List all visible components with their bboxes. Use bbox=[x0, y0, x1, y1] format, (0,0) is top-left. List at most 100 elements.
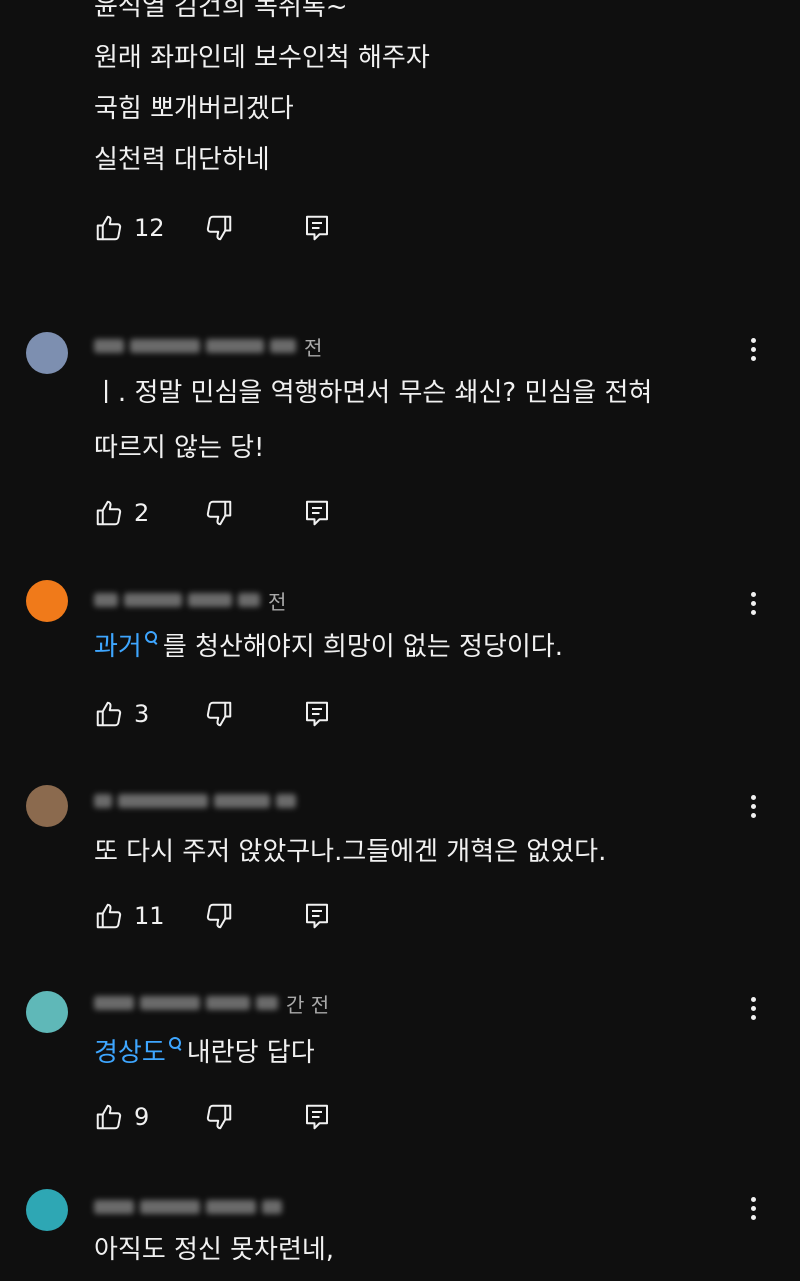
comment-text-segment: 실천력 대단하네 bbox=[94, 145, 270, 175]
search-icon[interactable] bbox=[168, 1037, 181, 1049]
like-button[interactable]: 9 bbox=[94, 1102, 170, 1132]
thumbs-up-icon[interactable] bbox=[94, 1102, 124, 1132]
redacted-author bbox=[188, 593, 232, 607]
comment-text: 경상도 내란당 답다 bbox=[94, 1036, 315, 1070]
reply-icon[interactable] bbox=[302, 1102, 332, 1132]
redacted-author bbox=[140, 1200, 200, 1214]
reply-icon[interactable] bbox=[302, 498, 332, 528]
dislike-button[interactable] bbox=[204, 1102, 234, 1132]
comment-time: 전 bbox=[268, 589, 287, 614]
thumbs-down-icon[interactable] bbox=[204, 699, 234, 729]
comment-text-segment: 윤석열 김건희 녹취록~ bbox=[94, 0, 348, 22]
comment-text: 과거 를 청산해야지 희망이 없는 정당이다. bbox=[94, 630, 563, 664]
like-button[interactable]: 2 bbox=[94, 498, 170, 528]
comment-time: 전 bbox=[304, 335, 323, 360]
comment-meta: 전 bbox=[94, 588, 287, 614]
redacted-author bbox=[256, 996, 278, 1010]
more-vert-icon[interactable] bbox=[742, 1191, 764, 1225]
redacted-author bbox=[94, 339, 124, 353]
redacted-author bbox=[94, 794, 112, 808]
reply-button[interactable] bbox=[302, 213, 332, 243]
avatar[interactable] bbox=[26, 332, 68, 374]
reply-icon[interactable] bbox=[302, 699, 332, 729]
reply-button[interactable] bbox=[302, 901, 332, 931]
like-count: 3 bbox=[134, 700, 150, 728]
reply-button[interactable] bbox=[302, 699, 332, 729]
comment-text: 아직도 정신 못차련네, bbox=[94, 1233, 334, 1267]
comment-text: 윤석열 김건희 녹취록~ bbox=[94, 0, 348, 24]
redacted-author bbox=[130, 339, 200, 353]
like-count: 11 bbox=[134, 902, 165, 930]
comment-actions: 12 bbox=[94, 211, 328, 245]
comment-text-segment: 원래 좌파인데 보수인척 해주자 bbox=[94, 43, 430, 73]
like-count: 9 bbox=[134, 1103, 150, 1131]
comment-text-segment: ㅣ. 정말 민심을 역행하면서 무슨 쇄신? 민심을 전혀 bbox=[94, 378, 653, 408]
more-vert-icon[interactable] bbox=[742, 332, 764, 366]
avatar[interactable] bbox=[26, 1189, 68, 1231]
redacted-author bbox=[94, 1200, 134, 1214]
like-count: 2 bbox=[134, 499, 150, 527]
dislike-button[interactable] bbox=[204, 498, 234, 528]
comment-meta: 간 전 bbox=[94, 991, 330, 1017]
comment-meta bbox=[94, 789, 304, 813]
thumbs-down-icon[interactable] bbox=[204, 213, 234, 243]
dislike-button[interactable] bbox=[204, 213, 234, 243]
redacted-author bbox=[206, 996, 250, 1010]
comment-text: 실천력 대단하네 bbox=[94, 143, 270, 177]
reply-button[interactable] bbox=[302, 1102, 332, 1132]
more-vert-icon[interactable] bbox=[742, 586, 764, 620]
avatar[interactable] bbox=[26, 991, 68, 1033]
thumbs-up-icon[interactable] bbox=[94, 213, 124, 243]
redacted-author bbox=[118, 794, 208, 808]
reply-icon[interactable] bbox=[302, 901, 332, 931]
redacted-author bbox=[206, 1200, 256, 1214]
redacted-author bbox=[94, 996, 134, 1010]
comment-time: 간 전 bbox=[286, 992, 330, 1017]
comment-text: 또 다시 주저 앉았구나.그들에겐 개혁은 없었다. bbox=[94, 835, 606, 869]
redacted-author bbox=[270, 339, 296, 353]
hashtag-link[interactable]: 과거 bbox=[94, 632, 142, 662]
thumbs-up-icon[interactable] bbox=[94, 699, 124, 729]
dislike-button[interactable] bbox=[204, 901, 234, 931]
comment-actions: 11 bbox=[94, 899, 328, 933]
redacted-author bbox=[214, 794, 270, 808]
comment-meta: 전 bbox=[94, 334, 323, 360]
redacted-author bbox=[124, 593, 182, 607]
like-button[interactable]: 3 bbox=[94, 699, 170, 729]
avatar[interactable] bbox=[26, 580, 68, 622]
redacted-author bbox=[94, 593, 118, 607]
more-vert-icon[interactable] bbox=[742, 789, 764, 823]
dislike-button[interactable] bbox=[204, 699, 234, 729]
comment-text: 국힘 뽀개버리겠다 bbox=[94, 92, 294, 126]
comment-meta bbox=[94, 1195, 290, 1219]
thumbs-up-icon[interactable] bbox=[94, 498, 124, 528]
redacted-author bbox=[140, 996, 200, 1010]
hashtag-link[interactable]: 경상도 bbox=[94, 1038, 166, 1068]
comment-actions: 9 bbox=[94, 1100, 328, 1134]
comment-text-segment: 국힘 뽀개버리겠다 bbox=[94, 94, 294, 124]
comment-actions: 2 bbox=[94, 496, 328, 530]
redacted-author bbox=[206, 339, 264, 353]
thumbs-down-icon[interactable] bbox=[204, 1102, 234, 1132]
comment-text-segment: 또 다시 주저 앉았구나.그들에겐 개혁은 없었다. bbox=[94, 837, 607, 867]
avatar[interactable] bbox=[26, 785, 68, 827]
comment-text: 따르지 않는 당! bbox=[94, 431, 264, 465]
comment-text-segment: 를 청산해야지 희망이 없는 정당이다. bbox=[162, 632, 563, 662]
reply-button[interactable] bbox=[302, 498, 332, 528]
comment-text-segment: 아직도 정신 못차련네, bbox=[94, 1235, 335, 1265]
comment-text: ㅣ. 정말 민심을 역행하면서 무슨 쇄신? 민심을 전혀 bbox=[94, 376, 652, 410]
redacted-author bbox=[238, 593, 260, 607]
comment-text-segment: 따르지 않는 당! bbox=[94, 433, 265, 463]
redacted-author bbox=[262, 1200, 282, 1214]
thumbs-down-icon[interactable] bbox=[204, 901, 234, 931]
comment-text-segment: 내란당 답다 bbox=[186, 1038, 315, 1068]
thumbs-up-icon[interactable] bbox=[94, 901, 124, 931]
like-button[interactable]: 12 bbox=[94, 213, 170, 243]
reply-icon[interactable] bbox=[302, 213, 332, 243]
search-icon[interactable] bbox=[144, 631, 157, 643]
like-count: 12 bbox=[134, 214, 165, 242]
more-vert-icon[interactable] bbox=[742, 991, 764, 1025]
comment-actions: 3 bbox=[94, 697, 328, 731]
thumbs-down-icon[interactable] bbox=[204, 498, 234, 528]
like-button[interactable]: 11 bbox=[94, 901, 170, 931]
